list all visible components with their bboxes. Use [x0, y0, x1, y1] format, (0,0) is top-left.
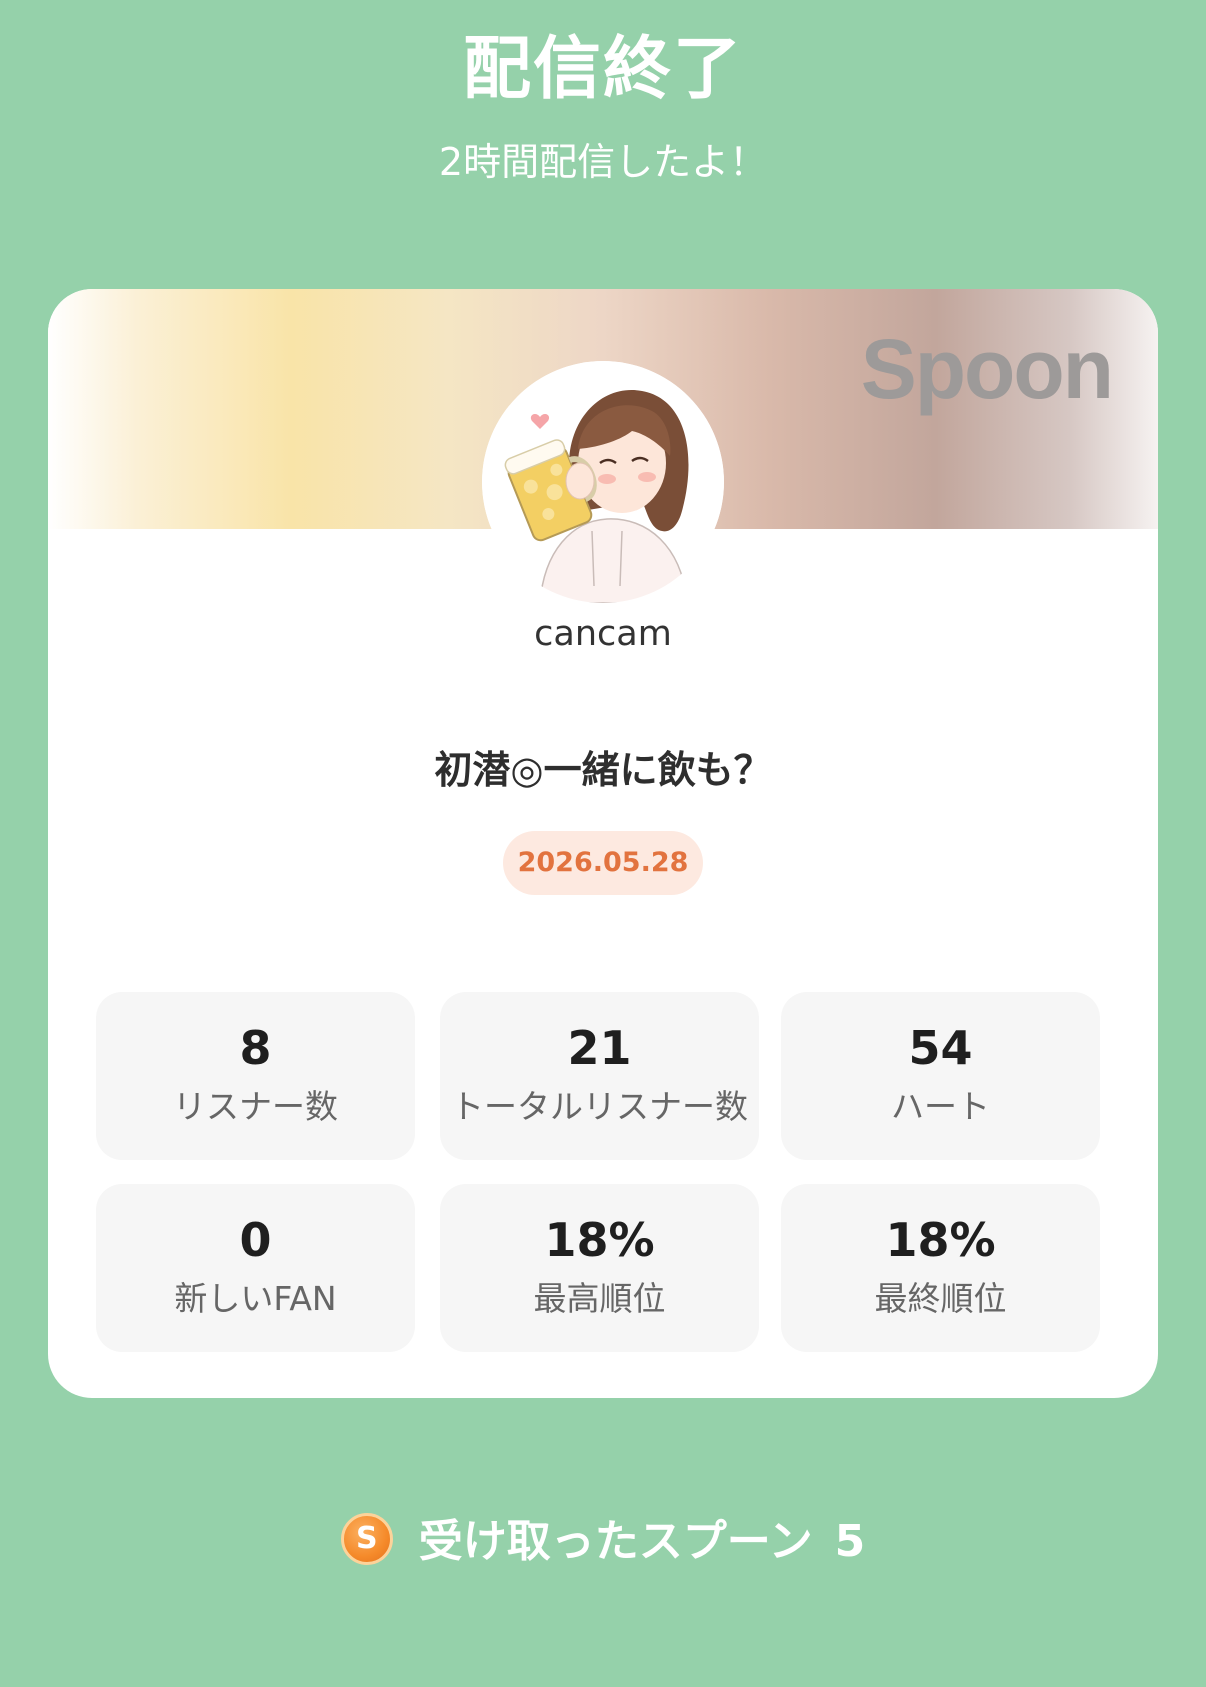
stat-value: 18%: [885, 1213, 996, 1267]
avatar-illustration: [482, 361, 724, 603]
stat-final-rank: 18% 最終順位: [781, 1184, 1100, 1352]
stat-label: 最終順位: [874, 1279, 1007, 1318]
broadcast-duration: 2時間配信したよ！: [438, 140, 768, 184]
stat-label: 最高順位: [533, 1279, 666, 1318]
broadcast-date-badge: 2026.05.28: [503, 831, 703, 895]
stat-hearts: 54 ハート: [781, 992, 1100, 1160]
stat-value: 18%: [544, 1213, 655, 1267]
stat-total-listeners: 21 トータルリスナー数: [440, 992, 759, 1160]
page-title: 配信終了: [462, 30, 743, 109]
stat-label: ハート: [891, 1087, 990, 1126]
stat-value: 0: [239, 1213, 272, 1267]
spoon-logo: Spoon: [860, 322, 1114, 416]
stat-value: 21: [567, 1021, 632, 1075]
received-spoons: S 受け取ったスプーン 5: [0, 1512, 1206, 1568]
live-title: 初潜◎一緒に飲も？: [434, 748, 772, 792]
stat-label: リスナー数: [173, 1087, 338, 1126]
stat-value: 8: [239, 1021, 272, 1075]
spoon-coin-icon: S: [340, 1513, 393, 1565]
stat-label: 新しいFAN: [174, 1279, 337, 1318]
received-spoons-count: 5: [834, 1516, 866, 1567]
avatar[interactable]: [482, 361, 724, 603]
received-spoons-label: 受け取ったスプーン: [418, 1516, 813, 1567]
stat-new-fans: 0 新しいFAN: [96, 1184, 415, 1352]
stat-peak-rank: 18% 最高順位: [440, 1184, 759, 1352]
summary-card: Spoon cancam 初潜◎一緒に飲も？ 2026.05.28 8 リスナー…: [48, 289, 1158, 1398]
stat-label: トータルリスナー数: [451, 1087, 748, 1126]
username: cancam: [534, 614, 672, 654]
stat-listeners: 8 リスナー数: [96, 992, 415, 1160]
stat-value: 54: [908, 1021, 973, 1075]
